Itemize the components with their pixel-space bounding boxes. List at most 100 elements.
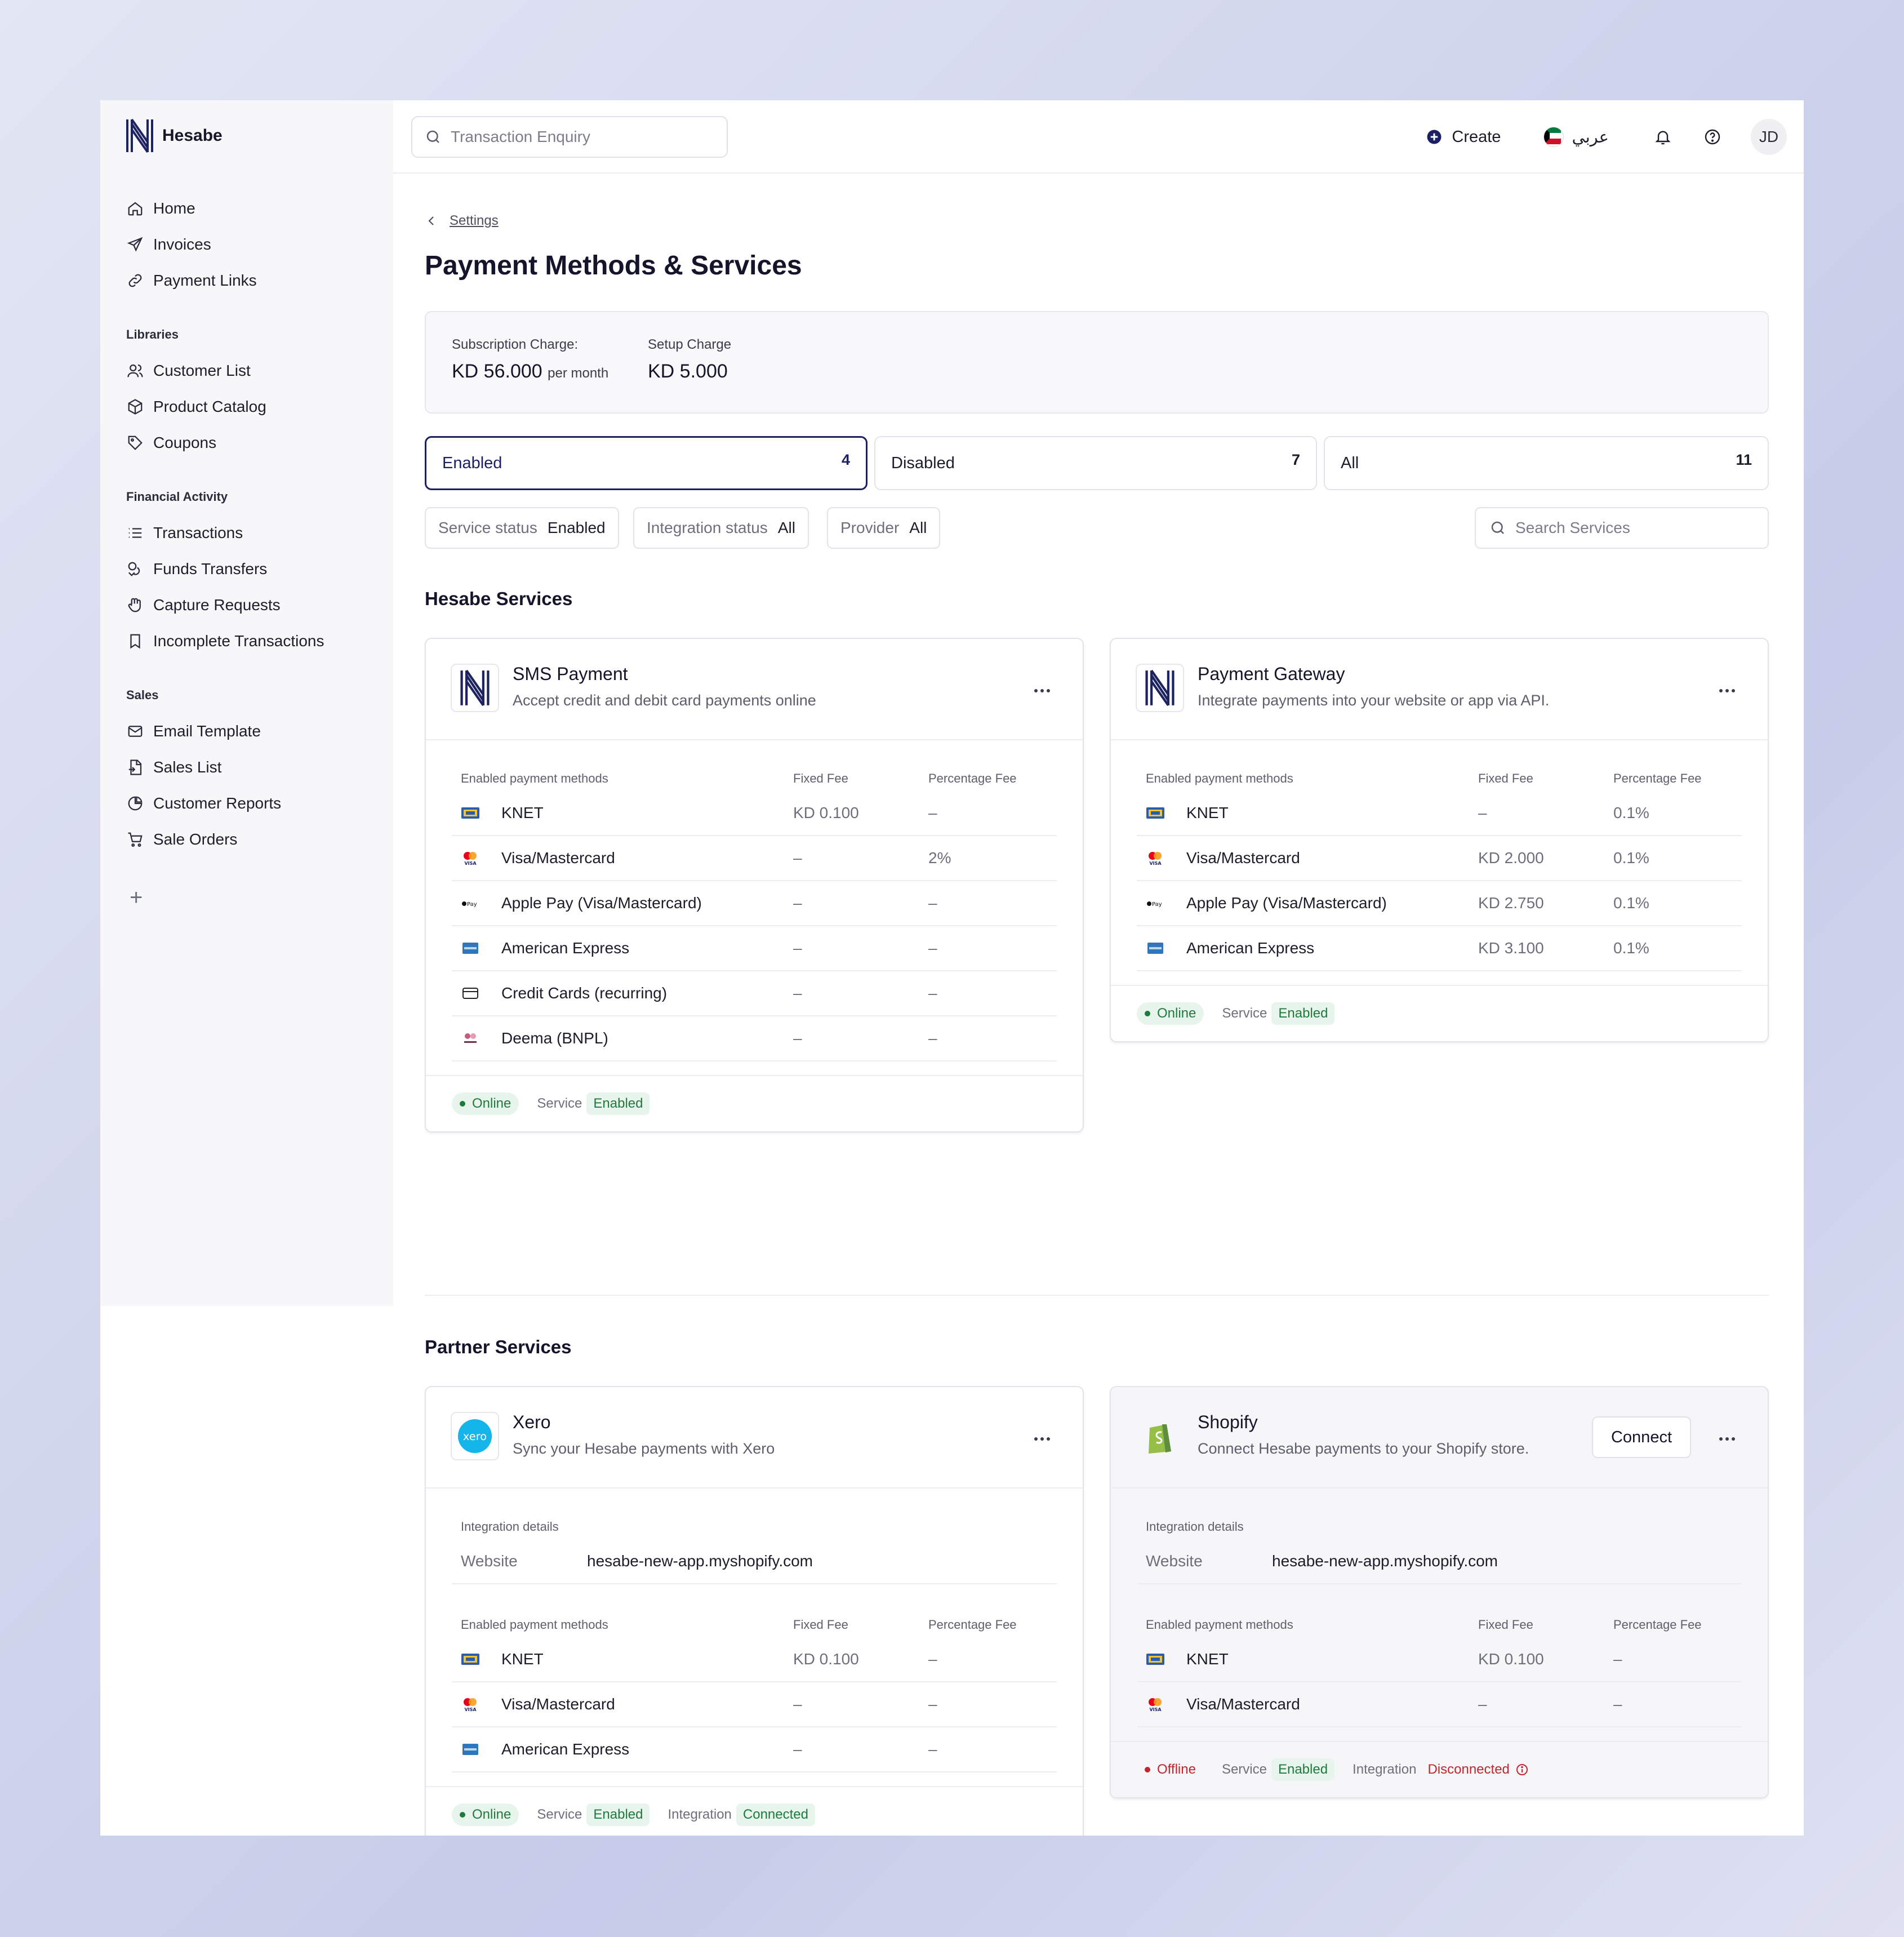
more-options-button[interactable] xyxy=(1030,678,1055,703)
search-placeholder: Search Services xyxy=(1515,519,1630,536)
table-row: Visa/Mastercard – 2% xyxy=(452,836,1057,881)
card-header: SMS Payment Accept credit and debit card… xyxy=(426,639,1083,740)
notifications-button[interactable] xyxy=(1652,126,1674,148)
card-header: xero Xero Sync your Hesabe payments with… xyxy=(426,1387,1083,1489)
more-options-button[interactable] xyxy=(1030,1427,1055,1451)
table-row: Apple Pay (Visa/Mastercard) KD 2.750 0.1% xyxy=(1137,881,1742,926)
table-row: American Express – – xyxy=(452,926,1057,971)
service-status-badge: Enabled xyxy=(586,1803,650,1826)
link-icon xyxy=(126,272,144,290)
kuwait-flag-icon xyxy=(1543,127,1564,147)
method-name: Apple Pay (Visa/Mastercard) xyxy=(501,894,702,912)
sidebar-item-sales-list[interactable]: Sales List xyxy=(126,749,374,785)
filter-label: Integration status xyxy=(647,519,768,536)
sidebar-item-product-catalog[interactable]: Product Catalog xyxy=(126,389,374,425)
percentage-fee: – xyxy=(928,804,937,821)
status-badge: Online xyxy=(1137,1002,1204,1025)
hesabe-logo-icon xyxy=(1136,664,1184,712)
tab-count: 7 xyxy=(1291,451,1300,468)
tab-disabled[interactable]: Disabled 7 xyxy=(874,436,1317,490)
amex-icon xyxy=(461,941,480,956)
add-shortcut-button[interactable]: + xyxy=(126,882,374,913)
sidebar-item-customer-list[interactable]: Customer List xyxy=(126,353,374,389)
fixed-fee: KD 2.750 xyxy=(1478,894,1544,912)
filter-integration-status[interactable]: Integration status All xyxy=(633,507,809,549)
knet-icon xyxy=(461,806,480,820)
info-icon[interactable] xyxy=(1515,1763,1529,1776)
create-label: Create xyxy=(1452,127,1501,146)
sidebar-item-coupons[interactable]: Coupons xyxy=(126,425,374,461)
fixed-fee: – xyxy=(793,894,802,912)
help-icon xyxy=(1705,129,1720,145)
card-title: Shopify xyxy=(1198,1412,1258,1432)
tab-count: 11 xyxy=(1736,451,1752,468)
integration-status-badge: Connected xyxy=(736,1803,815,1826)
col-percentage-fee: Percentage Fee xyxy=(928,771,1017,785)
brand-logo[interactable]: Hesabe xyxy=(125,118,223,153)
search-icon xyxy=(1491,521,1504,534)
sidebar-item-label: Customer Reports xyxy=(153,794,282,812)
more-horizontal-icon xyxy=(1719,1437,1735,1441)
apple-pay-icon xyxy=(461,896,480,910)
charges-summary: Subscription Charge: KD 56.000 per month… xyxy=(425,311,1769,414)
language-switch[interactable]: عربي xyxy=(1543,127,1609,147)
sidebar-item-home[interactable]: Home xyxy=(126,190,374,226)
sidebar-item-label: Sale Orders xyxy=(153,830,238,848)
service-card-payment-gateway: Payment Gateway Integrate payments into … xyxy=(1110,638,1769,1042)
help-button[interactable] xyxy=(1701,126,1724,148)
service-card-sms-payment: SMS Payment Accept credit and debit card… xyxy=(425,638,1084,1132)
tab-enabled[interactable]: Enabled 4 xyxy=(425,436,868,490)
file-icon xyxy=(126,758,144,776)
box-icon xyxy=(126,398,144,416)
card-footer: Online Service Enabled xyxy=(426,1075,1083,1131)
table-row: KNET KD 0.100 – xyxy=(1137,1637,1742,1682)
sidebar-item-customer-reports[interactable]: Customer Reports xyxy=(126,785,374,821)
service-label: Service xyxy=(1221,1762,1267,1777)
transaction-search-input[interactable]: Transaction Enquiry xyxy=(411,116,728,158)
table-row: Apple Pay (Visa/Mastercard) – – xyxy=(452,881,1057,926)
filter-service-status[interactable]: Service status Enabled xyxy=(425,507,619,549)
service-search-input[interactable]: Search Services xyxy=(1475,507,1769,549)
deema-icon xyxy=(461,1031,480,1046)
sidebar-group-libraries: Libraries xyxy=(126,327,179,341)
subscription-period: per month xyxy=(548,366,609,381)
table-row: Visa/Mastercard KD 2.000 0.1% xyxy=(1137,836,1742,881)
breadcrumb-settings-link[interactable]: Settings xyxy=(450,213,499,229)
filter-label: Provider xyxy=(840,519,900,536)
sidebar-item-sale-orders[interactable]: Sale Orders xyxy=(126,821,374,858)
breadcrumb[interactable]: Settings xyxy=(425,213,499,229)
card-footer: Offline Service Enabled Integration Disc… xyxy=(1111,1741,1768,1797)
method-name: KNET xyxy=(501,804,544,821)
sidebar-item-label: Invoices xyxy=(153,236,211,253)
fixed-fee: KD 2.000 xyxy=(1478,849,1544,867)
create-button[interactable]: Create xyxy=(1426,128,1501,146)
col-percentage-fee: Percentage Fee xyxy=(1613,771,1702,785)
plus-circle-icon xyxy=(1427,130,1442,144)
sidebar-item-invoices[interactable]: Invoices xyxy=(126,226,374,263)
sidebar-item-funds-transfers[interactable]: Funds Transfers xyxy=(126,551,374,587)
sidebar-item-label: Home xyxy=(153,199,195,217)
integration-label: Integration xyxy=(668,1807,732,1822)
avatar[interactable]: JD xyxy=(1751,119,1787,155)
table-header: Enabled payment methods Fixed Fee Percen… xyxy=(452,1612,1057,1637)
tab-all[interactable]: All 11 xyxy=(1324,436,1769,490)
sidebar-item-payment-links[interactable]: Payment Links xyxy=(126,263,374,299)
card-subtitle: Connect Hesabe payments to your Shopify … xyxy=(1198,1440,1529,1457)
more-options-button[interactable] xyxy=(1715,1427,1740,1451)
table-row: Visa/Mastercard – – xyxy=(1137,1682,1742,1727)
more-options-button[interactable] xyxy=(1715,678,1740,703)
percentage-fee: – xyxy=(928,939,937,957)
sidebar-item-transactions[interactable]: Transactions xyxy=(126,515,374,551)
subscription-charge: Subscription Charge: KD 56.000 per month xyxy=(452,337,608,383)
card-subtitle: Sync your Hesabe payments with Xero xyxy=(513,1440,775,1457)
sidebar-item-incomplete-transactions[interactable]: Incomplete Transactions xyxy=(126,623,374,659)
method-name: Deema (BNPL) xyxy=(501,1029,608,1047)
card-footer: Online Service Enabled Integration Conne… xyxy=(426,1786,1083,1836)
filter-provider[interactable]: Provider All xyxy=(827,507,941,549)
sidebar-item-email-template[interactable]: Email Template xyxy=(126,713,374,749)
method-name: Credit Cards (recurring) xyxy=(501,984,668,1002)
sidebar-item-capture-requests[interactable]: Capture Requests xyxy=(126,587,374,623)
connect-button[interactable]: Connect xyxy=(1592,1416,1691,1458)
filter-value: All xyxy=(909,519,927,536)
method-name: Apple Pay (Visa/Mastercard) xyxy=(1186,894,1387,912)
